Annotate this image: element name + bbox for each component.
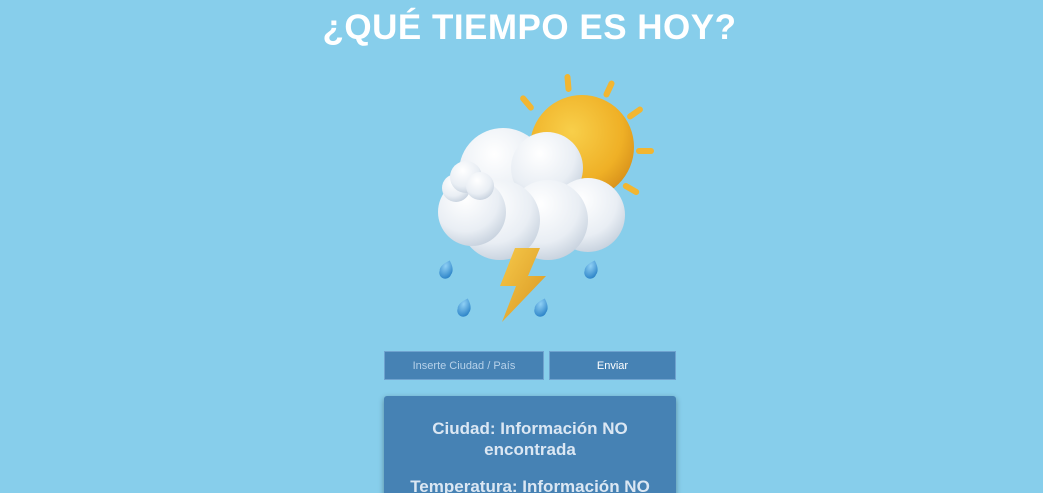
weather-result-card: Ciudad: Información NO encontrada Temper… [384, 396, 676, 493]
city-result: Ciudad: Información NO encontrada [432, 419, 628, 459]
temperature-result: Temperatura: Información NO [410, 477, 650, 493]
search-form: Enviar [384, 351, 676, 380]
weather-page: ¿QUÉ TIEMPO ES HOY? Inserte Ciudad / Paí… [0, 0, 1043, 493]
send-button[interactable]: Enviar [549, 351, 676, 380]
cloud-sun-storm-icon [438, 74, 654, 322]
page-title: ¿QUÉ TIEMPO ES HOY? [322, 8, 737, 47]
city-search-input[interactable] [384, 351, 544, 380]
